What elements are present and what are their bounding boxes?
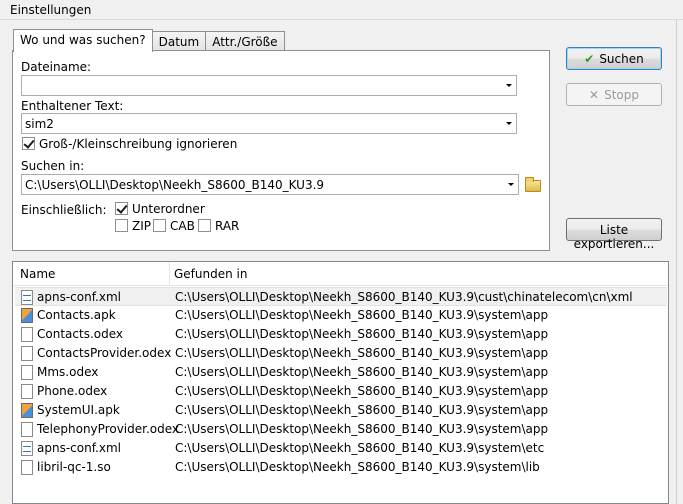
row-name: Mms.odex	[37, 365, 99, 379]
search-in-value: C:\Users\OLLI\Desktop\Neekh_S8600_B140_K…	[25, 178, 325, 192]
tab-attr-size[interactable]: Attr./Größe	[205, 31, 285, 52]
row-name: ContactsProvider.odex	[37, 346, 172, 360]
row-path: C:\Users\OLLI\Desktop\Neekh_S8600_B140_K…	[175, 460, 540, 474]
row-path: C:\Users\OLLI\Desktop\Neekh_S8600_B140_K…	[175, 308, 549, 322]
table-row[interactable]: Contacts.apk C:\Users\OLLI\Desktop\Neekh…	[15, 306, 667, 325]
folder-browse-icon[interactable]	[525, 177, 541, 192]
chevron-down-icon[interactable]	[506, 84, 512, 87]
row-path: C:\Users\OLLI\Desktop\Neekh_S8600_B140_K…	[175, 327, 549, 341]
search-settings-panel: Dateiname: Enthaltener Text: sim2 Groß-/…	[12, 50, 550, 251]
row-name: SystemUI.apk	[37, 403, 120, 417]
search-in-combobox[interactable]: C:\Users\OLLI\Desktop\Neekh_S8600_B140_K…	[21, 174, 519, 195]
table-row[interactable]: Mms.odex C:\Users\OLLI\Desktop\Neekh_S86…	[15, 363, 667, 382]
stop-button[interactable]: ✕ Stopp	[566, 83, 662, 106]
xml-file-icon	[21, 441, 33, 456]
search-button[interactable]: ✔ Suchen	[566, 47, 662, 70]
row-path: C:\Users\OLLI\Desktop\Neekh_S8600_B140_K…	[175, 365, 549, 379]
cross-icon: ✕	[589, 88, 600, 102]
ignore-case-label: Groß-/Kleinschreibung ignorieren	[39, 137, 238, 151]
tab-date[interactable]: Datum	[151, 31, 207, 52]
tab-bar: Wo und was suchen? Datum Attr./Größe	[13, 29, 285, 52]
apk-file-icon	[21, 403, 33, 418]
row-name: Phone.odex	[37, 384, 108, 398]
row-path: C:\Users\OLLI\Desktop\Neekh_S8600_B140_K…	[175, 290, 633, 304]
table-row[interactable]: Phone.odex C:\Users\OLLI\Desktop\Neekh_S…	[15, 382, 667, 401]
table-row[interactable]: SystemUI.apk C:\Users\OLLI\Desktop\Neekh…	[15, 401, 667, 420]
file-icon	[21, 365, 33, 380]
row-name: libril-qc-1.so	[37, 460, 111, 474]
chevron-down-icon[interactable]	[508, 183, 514, 186]
window-title: Einstellungen	[0, 0, 683, 20]
table-row[interactable]: Contacts.odex C:\Users\OLLI\Desktop\Neek…	[15, 325, 667, 344]
results-header: Name Gefunden in	[13, 262, 668, 286]
text-value: sim2	[25, 117, 54, 131]
table-row[interactable]: apns-conf.xml C:\Users\OLLI\Desktop\Neek…	[15, 287, 667, 306]
column-header-name[interactable]: Name	[20, 267, 55, 281]
xml-file-icon	[21, 290, 33, 305]
table-row[interactable]: ContactsProvider.odex C:\Users\OLLI\Desk…	[15, 344, 667, 363]
apk-file-icon	[21, 308, 33, 323]
table-row[interactable]: libril-qc-1.so C:\Users\OLLI\Desktop\Nee…	[15, 458, 667, 477]
table-row[interactable]: TelephonyProvider.odex C:\Users\OLLI\Des…	[15, 420, 667, 439]
subfolders-checkbox[interactable]	[115, 202, 128, 215]
row-name: TelephonyProvider.odex	[37, 422, 180, 436]
file-icon	[21, 346, 33, 361]
rar-checkbox[interactable]	[198, 219, 211, 232]
row-path: C:\Users\OLLI\Desktop\Neekh_S8600_B140_K…	[175, 441, 545, 455]
row-name: Contacts.apk	[37, 308, 116, 322]
subfolders-label: Unterordner	[132, 202, 205, 216]
row-path: C:\Users\OLLI\Desktop\Neekh_S8600_B140_K…	[175, 384, 549, 398]
column-header-found-in[interactable]: Gefunden in	[174, 267, 247, 281]
filename-combobox[interactable]	[21, 75, 517, 96]
text-label: Enthaltener Text:	[21, 99, 124, 113]
cab-label: CAB	[170, 219, 195, 233]
file-icon	[21, 460, 33, 475]
row-path: C:\Users\OLLI\Desktop\Neekh_S8600_B140_K…	[175, 422, 549, 436]
ignore-case-checkbox[interactable]	[22, 137, 35, 150]
chevron-down-icon[interactable]	[506, 122, 512, 125]
row-path: C:\Users\OLLI\Desktop\Neekh_S8600_B140_K…	[175, 403, 549, 417]
results-list[interactable]: Name Gefunden in apns-conf.xml C:\Users\…	[12, 261, 669, 504]
search-button-label: Suchen	[599, 52, 644, 66]
stop-button-label: Stopp	[604, 88, 639, 102]
file-icon	[21, 327, 33, 342]
window-edge	[676, 20, 683, 504]
include-label: Einschließlich:	[21, 203, 107, 217]
zip-checkbox[interactable]	[115, 219, 128, 232]
file-icon	[21, 422, 33, 437]
text-combobox[interactable]: sim2	[21, 113, 517, 134]
column-separator[interactable]	[169, 262, 170, 286]
row-name: Contacts.odex	[37, 327, 123, 341]
file-icon	[21, 384, 33, 399]
filename-label: Dateiname:	[21, 60, 92, 74]
checkmark-icon: ✔	[584, 52, 595, 66]
rar-label: RAR	[215, 219, 240, 233]
export-list-button[interactable]: Liste exportieren...	[566, 218, 662, 251]
row-path: C:\Users\OLLI\Desktop\Neekh_S8600_B140_K…	[175, 346, 549, 360]
zip-label: ZIP	[132, 219, 151, 233]
search-in-label: Suchen in:	[21, 159, 85, 173]
row-name: apns-conf.xml	[37, 441, 121, 455]
export-button-label: Liste exportieren...	[573, 223, 655, 251]
row-name: apns-conf.xml	[37, 290, 121, 304]
cab-checkbox[interactable]	[153, 219, 166, 232]
tab-where-what[interactable]: Wo und was suchen?	[13, 29, 153, 52]
table-row[interactable]: apns-conf.xml C:\Users\OLLI\Desktop\Neek…	[15, 439, 667, 458]
